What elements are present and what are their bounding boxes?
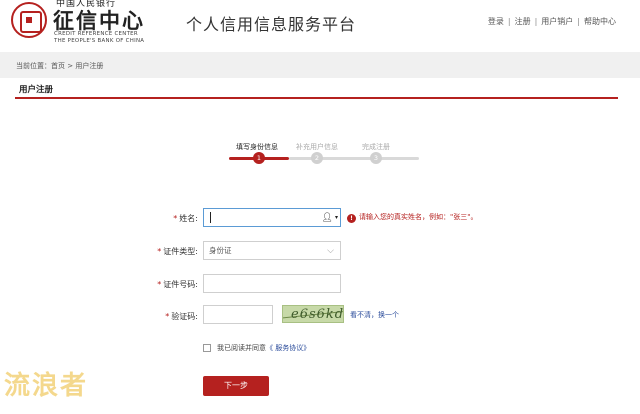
nav-separator: | [507,17,511,26]
next-step-button[interactable]: 下一步 [203,376,269,396]
required-mark: * [173,214,178,223]
step-3-label: 完成注册 [362,143,390,151]
nav-login-link[interactable]: 登录 [488,17,504,26]
user-icon[interactable]: 👤︎ [322,213,333,223]
name-hint: ! 请输入您的真实姓名，例如："张三"。 [347,212,477,223]
name-label-text: 姓名: [179,214,198,223]
nav-cancel-account-link[interactable]: 用户销户 [541,17,573,26]
logo-english-line1: CREDIT REFERENCE CENTER [54,31,138,37]
step-1-label: 填写身份信息 [236,143,278,151]
required-mark: * [157,280,162,289]
platform-title: 个人信用信息服务平台 [186,15,357,34]
captcha-refresh-link[interactable]: 看不清，换一个 [350,310,399,320]
nav-separator: | [577,17,580,26]
required-mark: * [157,247,162,256]
step-remaining-progress-line [289,157,419,160]
logo-english-line2: THE PEOPLE'S BANK OF CHINA [54,38,145,44]
id-number-input[interactable] [203,274,341,293]
name-input[interactable]: 👤︎ ▾ [203,208,341,227]
id-type-selected-value: 身份证 [209,246,232,255]
step-3-dot: 3 [370,152,382,164]
nav-register-link[interactable]: 注册 [515,17,531,26]
watermark: 流浪者 [4,371,89,401]
captcha-image[interactable]: e6s6kd [282,305,344,323]
step-1-dot: 1 [253,152,265,164]
chevron-down-icon[interactable]: ▾ [335,213,338,223]
id-number-label-text: 证件号码: [163,280,198,289]
panel-title: 用户注册 [19,85,54,95]
nav-help-center-link[interactable]: 帮助中心 [584,17,616,26]
captcha-label-text: 验证码: [171,312,198,321]
agree-prefix: 我已阅读并同意 [217,344,266,352]
service-agreement-link[interactable]: 《 服务协议》 [266,344,310,352]
nav-separator: | [534,17,538,26]
agree-text: 我已阅读并同意《 服务协议》 [217,343,310,353]
name-hint-text: 请输入您的真实姓名，例如："张三"。 [359,213,478,221]
id-type-label: * 证件类型: [138,246,198,257]
warning-icon: ! [347,214,356,223]
header: 中国人民银行 征信中心 CREDIT REFERENCE CENTER THE … [0,0,640,52]
step-2-label: 补充用户信息 [296,143,338,151]
chevron-down-icon: ⌵ [327,246,334,256]
name-label: * 姓名: [138,213,198,224]
captcha-text: e6s6kd [291,307,344,322]
breadcrumb-bar: 当前位置：首页 > 用户注册 [0,52,640,78]
step-2-dot: 2 [311,152,323,164]
top-nav: 登录 | 注册 | 用户销户 | 帮助中心 [488,16,616,27]
id-type-select[interactable]: 身份证 ⌵ [203,241,341,260]
logo-seal-icon [11,2,47,38]
id-number-label: * 证件号码: [138,279,198,290]
breadcrumb: 当前位置：首页 > 用户注册 [16,62,104,70]
panel-title-divider [15,97,618,99]
captcha-label: * 验证码: [138,311,198,322]
agree-checkbox[interactable] [203,344,211,352]
text-cursor [210,212,211,223]
id-type-label-text: 证件类型: [163,247,198,256]
required-mark: * [165,312,170,321]
captcha-input[interactable] [203,305,273,324]
